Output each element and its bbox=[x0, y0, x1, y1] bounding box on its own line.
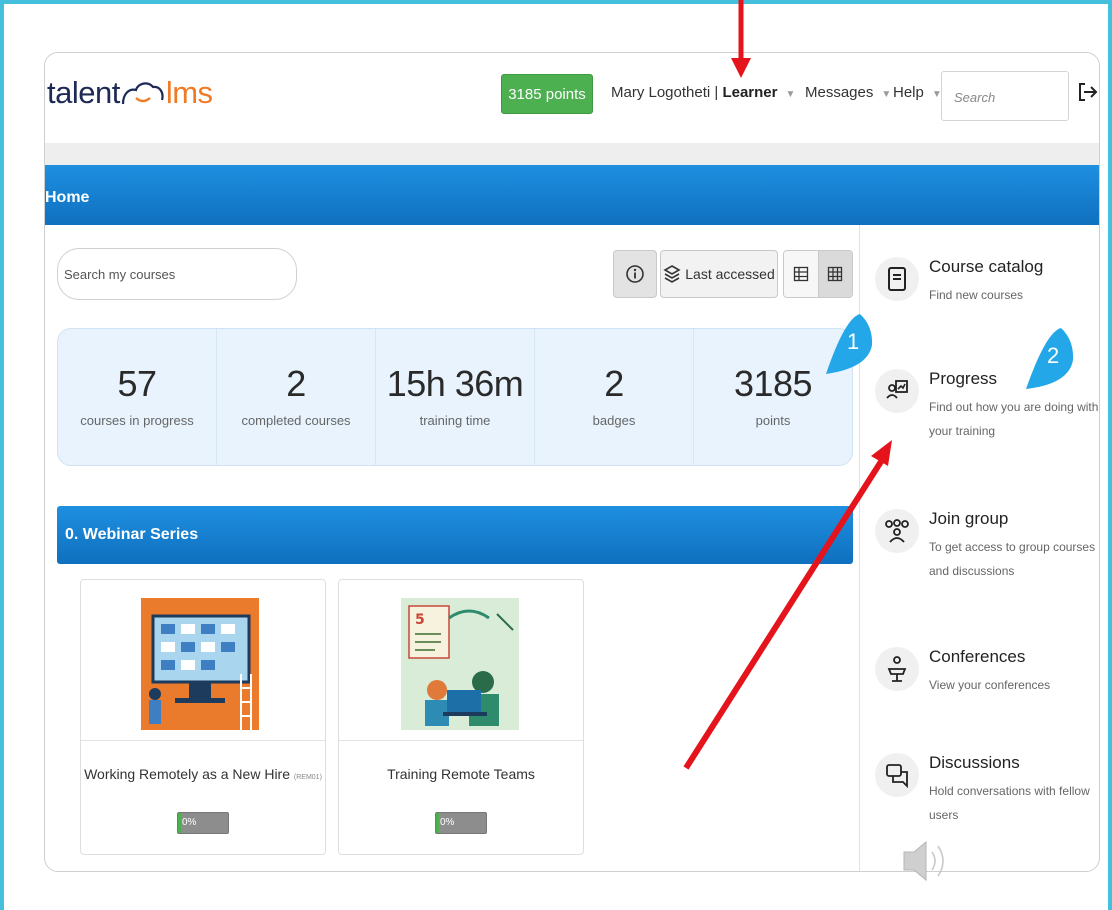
annotation-layer bbox=[683, 0, 1074, 882]
red-arrow-diagonal bbox=[683, 458, 885, 770]
speaker-icon bbox=[903, 840, 944, 882]
callout-one-label: 1 bbox=[847, 329, 860, 354]
callout-two-label: 2 bbox=[1047, 343, 1060, 368]
